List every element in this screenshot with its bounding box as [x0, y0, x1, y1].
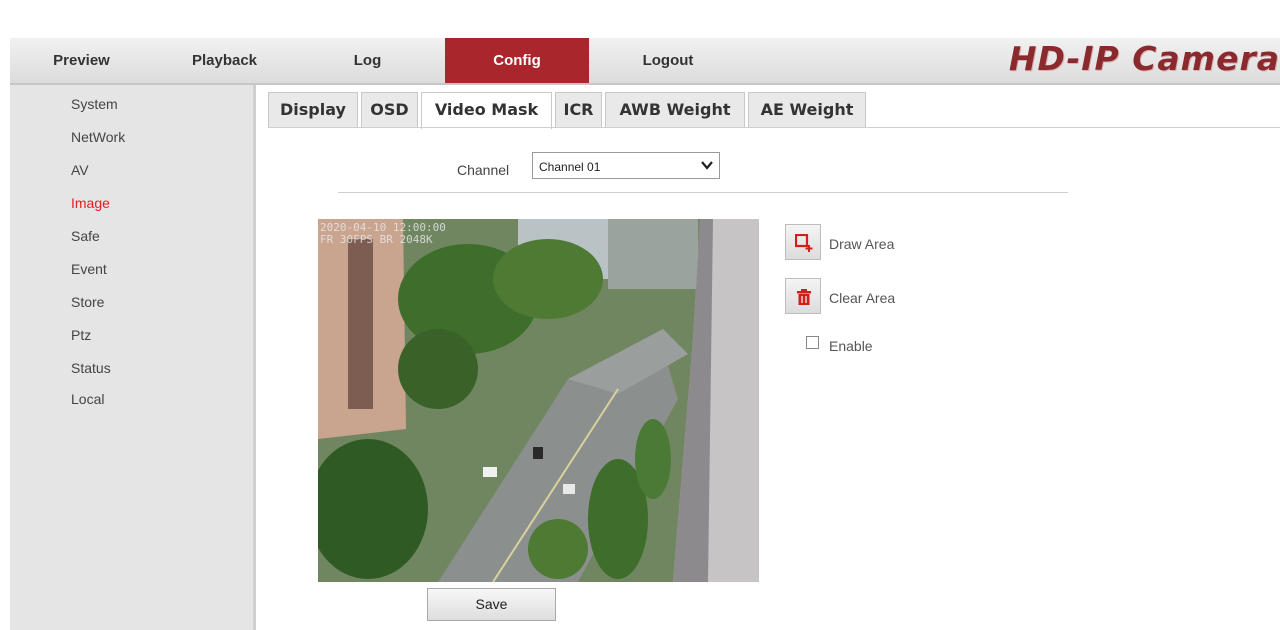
tab-display[interactable]: Display	[268, 92, 358, 127]
tab-video-mask[interactable]: Video Mask	[421, 92, 552, 129]
tab-osd[interactable]: OSD	[361, 92, 418, 127]
enable-checkbox[interactable]	[806, 336, 819, 349]
trash-icon	[797, 289, 811, 305]
video-preview[interactable]: 2020-04-10 12:00:00 FR 30FPS BR 2048K	[318, 219, 759, 582]
brand-logo: HD-IP Camera	[1008, 39, 1280, 78]
draw-area-button[interactable]	[785, 224, 821, 260]
sidebar-item-image[interactable]: Image	[71, 195, 110, 211]
clear-area-button[interactable]	[785, 278, 821, 314]
sidebar-item-status[interactable]: Status	[71, 360, 111, 376]
draw-area-label: Draw Area	[829, 236, 895, 252]
save-button[interactable]: Save	[427, 588, 556, 621]
sidebar-item-ptz[interactable]: Ptz	[71, 327, 91, 343]
enable-label: Enable	[829, 338, 873, 354]
nav-tab-preview[interactable]: Preview	[10, 38, 153, 83]
channel-select[interactable]: Channel 01	[532, 152, 720, 179]
tab-divider	[268, 127, 1280, 128]
nav-tab-playback[interactable]: Playback	[153, 38, 296, 83]
draw-rectangle-icon	[795, 234, 813, 252]
sidebar-item-safe[interactable]: Safe	[71, 228, 100, 244]
sidebar-item-local[interactable]: Local	[71, 391, 104, 407]
nav-tab-log[interactable]: Log	[296, 38, 439, 83]
sidebar-item-system[interactable]: System	[71, 96, 118, 112]
nav-tab-config[interactable]: Config	[445, 38, 589, 83]
clear-area-label: Clear Area	[829, 290, 896, 306]
tab-awb-weight[interactable]: AWB Weight	[605, 92, 745, 127]
sidebar-item-event[interactable]: Event	[71, 261, 107, 277]
chevron-down-icon	[701, 161, 713, 170]
sidebar-item-av[interactable]: AV	[71, 162, 89, 178]
tab-icr[interactable]: ICR	[555, 92, 602, 127]
separator	[338, 192, 1068, 193]
video-osd-info: FR 30FPS BR 2048K	[320, 233, 433, 246]
nav-tab-logout[interactable]: Logout	[596, 38, 740, 83]
camera-scene	[318, 219, 759, 582]
top-nav: Preview Playback Log Config Logout HD-IP…	[10, 38, 1280, 85]
sidebar-item-network[interactable]: NetWork	[71, 129, 125, 145]
channel-select-value: Channel 01	[539, 160, 601, 174]
sidebar: System NetWork AV Image Safe Event Store…	[10, 85, 256, 630]
sidebar-item-store[interactable]: Store	[71, 294, 104, 310]
tab-ae-weight[interactable]: AE Weight	[748, 92, 866, 127]
channel-label: Channel	[457, 162, 510, 178]
